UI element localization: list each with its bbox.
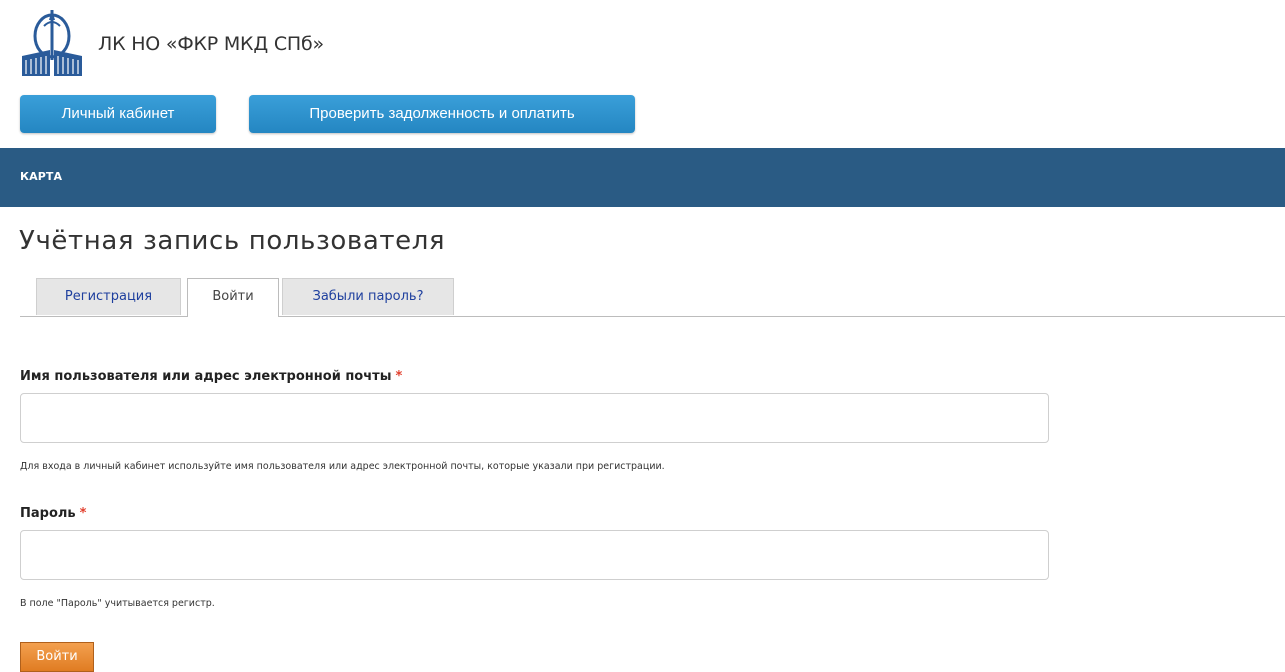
password-help-text: В поле "Пароль" учитывается регистр.: [20, 598, 215, 609]
login-submit-button[interactable]: Войти: [20, 642, 94, 672]
username-label: Имя пользователя или адрес электронной п…: [20, 369, 402, 384]
account-tabs: Регистрация Войти Забыли пароль?: [20, 278, 1285, 317]
username-input[interactable]: [20, 393, 1049, 443]
page-title: Учётная запись пользователя: [19, 226, 446, 256]
password-input[interactable]: [20, 530, 1049, 580]
check-debt-and-pay-button[interactable]: Проверить задолженность и оплатить: [249, 95, 635, 133]
tab-forgot-password[interactable]: Забыли пароль?: [282, 278, 454, 315]
required-marker: *: [79, 506, 87, 521]
site-header: ЛК НО «ФКР МКД СПб» Личный кабинет Прове…: [0, 0, 1285, 148]
required-marker: *: [395, 369, 403, 384]
username-label-text: Имя пользователя или адрес электронной п…: [20, 369, 392, 384]
spb-building-logo-icon[interactable]: [20, 10, 84, 78]
tab-register[interactable]: Регистрация: [36, 278, 181, 315]
tab-login[interactable]: Войти: [187, 278, 279, 317]
site-name[interactable]: ЛК НО «ФКР МКД СПб»: [98, 33, 324, 55]
password-label: Пароль *: [20, 506, 86, 521]
main-navbar: КАРТА: [0, 148, 1285, 207]
password-label-text: Пароль: [20, 506, 76, 521]
nav-item-map[interactable]: КАРТА: [20, 170, 62, 183]
username-help-text: Для входа в личный кабинет используйте и…: [20, 461, 665, 472]
personal-cabinet-button[interactable]: Личный кабинет: [20, 95, 216, 133]
